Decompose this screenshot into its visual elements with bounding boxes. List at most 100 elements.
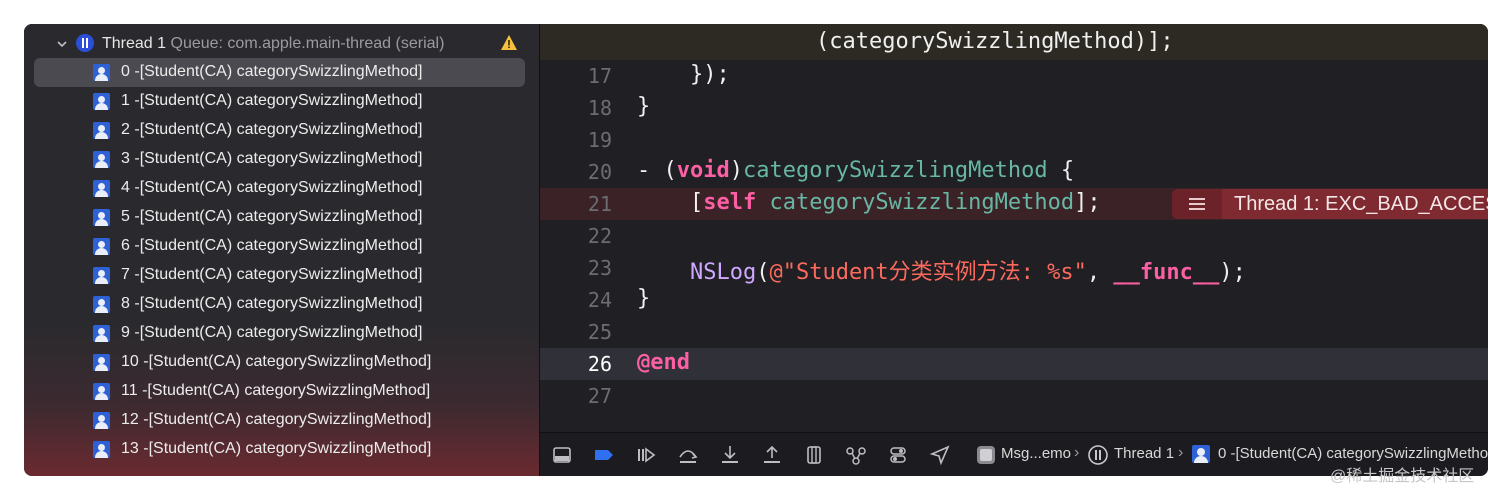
line-number: 26 bbox=[587, 352, 612, 376]
code-text: ( bbox=[756, 260, 770, 285]
wrapped-line-fragment: (categorySwizzlingMethod)]; bbox=[540, 24, 1488, 60]
step-into-icon[interactable] bbox=[718, 443, 742, 467]
chevron-right-icon: › bbox=[1178, 444, 1184, 461]
hide-debug-area-icon[interactable] bbox=[550, 443, 574, 467]
frame-index: 1 bbox=[121, 92, 130, 109]
chevron-down-icon[interactable] bbox=[56, 38, 68, 50]
warning-icon[interactable] bbox=[500, 34, 518, 52]
stack-frame-row[interactable]: 6 -[Student(CA) categorySwizzlingMethod] bbox=[34, 232, 525, 261]
continue-icon[interactable] bbox=[634, 443, 658, 467]
method-name-token: categorySwizzlingMethod bbox=[769, 190, 1075, 215]
simulate-location-icon[interactable] bbox=[928, 443, 952, 467]
user-code-icon bbox=[93, 238, 110, 255]
environment-overrides-icon[interactable] bbox=[886, 443, 910, 467]
user-code-icon bbox=[93, 180, 110, 197]
list-icon[interactable] bbox=[1172, 189, 1222, 219]
frame-index: 12 bbox=[121, 411, 139, 428]
frame-label: -[Student(CA) categorySwizzlingMethod] bbox=[142, 382, 431, 399]
code-text: }); bbox=[637, 62, 730, 87]
breakpoints-toggle-icon[interactable] bbox=[592, 443, 616, 467]
code-line[interactable]: 22 bbox=[540, 220, 1488, 252]
code-text: - ( bbox=[637, 158, 677, 183]
frame-label: -[Student(CA) categorySwizzlingMethod] bbox=[134, 208, 423, 225]
stack-frame-row[interactable]: 0 -[Student(CA) categorySwizzlingMethod] bbox=[34, 58, 525, 87]
stack-frame-row[interactable]: 12 -[Student(CA) categorySwizzlingMethod… bbox=[34, 406, 525, 435]
line-number: 18 bbox=[587, 96, 612, 120]
step-over-icon[interactable] bbox=[676, 443, 700, 467]
error-code-line[interactable]: 21 [self categorySwizzlingMethod]; Threa… bbox=[540, 188, 1488, 220]
line-number: 27 bbox=[587, 384, 612, 408]
stack-frame-row[interactable]: 5 -[Student(CA) categorySwizzlingMethod] bbox=[34, 203, 525, 232]
frame-label: -[Student(CA) categorySwizzlingMethod] bbox=[134, 150, 423, 167]
stack-frame-row[interactable]: 11 -[Student(CA) categorySwizzlingMethod… bbox=[34, 377, 525, 406]
code-line[interactable]: 17 }); bbox=[540, 60, 1488, 92]
user-code-icon bbox=[93, 267, 110, 284]
view-hierarchy-icon[interactable] bbox=[802, 443, 826, 467]
user-code-icon bbox=[1192, 445, 1210, 463]
stack-frame-row[interactable]: 9 -[Student(CA) categorySwizzlingMethod] bbox=[34, 319, 525, 348]
memory-graph-icon[interactable] bbox=[844, 443, 868, 467]
error-annotation[interactable]: Thread 1: EXC_BAD_ACCESS bbox=[1172, 189, 1488, 219]
debug-navigator: Thread 1 Queue: com.apple.main-thread (s… bbox=[24, 24, 539, 476]
stack-frame-row[interactable]: 2 -[Student(CA) categorySwizzlingMethod] bbox=[34, 116, 525, 145]
user-code-icon bbox=[93, 383, 110, 400]
user-code-icon bbox=[93, 122, 110, 139]
stack-frame-row[interactable]: 4 -[Student(CA) categorySwizzlingMethod] bbox=[34, 174, 525, 203]
user-code-icon bbox=[93, 151, 110, 168]
frame-index: 0 bbox=[121, 63, 130, 80]
frame-label: -[Student(CA) categorySwizzlingMethod] bbox=[134, 266, 423, 283]
user-code-icon bbox=[93, 354, 110, 371]
frame-label: -[Student(CA) categorySwizzlingMethod] bbox=[134, 92, 423, 109]
stack-frame-row[interactable]: 10 -[Student(CA) categorySwizzlingMethod… bbox=[34, 348, 525, 377]
stack-frame-row[interactable]: 1 -[Student(CA) categorySwizzlingMethod] bbox=[34, 87, 525, 116]
thread-row[interactable]: Thread 1 Queue: com.apple.main-thread (s… bbox=[24, 30, 539, 58]
code-line[interactable]: 18} bbox=[540, 92, 1488, 124]
line-number: 25 bbox=[587, 320, 612, 344]
code-line[interactable]: 27 bbox=[540, 380, 1488, 412]
keyword-token: self bbox=[703, 190, 757, 215]
frame-index: 7 bbox=[121, 266, 130, 283]
code-line[interactable]: 20 - (void)categorySwizzlingMethod { bbox=[540, 156, 1488, 188]
thread-name: Thread 1 bbox=[102, 35, 167, 52]
line-number: 19 bbox=[587, 128, 612, 152]
frame-label: -[Student(CA) categorySwizzlingMethod] bbox=[134, 324, 423, 341]
code-text: { bbox=[1047, 158, 1075, 183]
frame-index: 3 bbox=[121, 150, 130, 167]
code-text: ); bbox=[1219, 260, 1246, 285]
frame-index: 6 bbox=[121, 237, 130, 254]
breadcrumb-thread[interactable]: Thread 1 bbox=[1114, 445, 1174, 462]
code-line[interactable]: 19 bbox=[540, 124, 1488, 156]
stack-frame-row[interactable]: 8 -[Student(CA) categorySwizzlingMethod] bbox=[34, 290, 525, 319]
app-target-icon[interactable] bbox=[974, 443, 998, 467]
user-code-icon bbox=[93, 64, 110, 81]
frame-index: 11 bbox=[121, 382, 138, 399]
user-code-icon bbox=[93, 441, 110, 458]
thread-icon bbox=[76, 34, 94, 52]
user-code-icon bbox=[93, 325, 110, 342]
code-line[interactable]: 24} bbox=[540, 284, 1488, 316]
breadcrumb-target[interactable]: Msg...emo bbox=[1001, 445, 1071, 462]
user-code-icon bbox=[93, 209, 110, 226]
stack-frame-row[interactable]: 7 -[Student(CA) categorySwizzlingMethod] bbox=[34, 261, 525, 290]
line-number: 24 bbox=[587, 288, 612, 312]
code-line[interactable]: 25 bbox=[540, 316, 1488, 348]
source-editor[interactable]: (categorySwizzlingMethod)]; 17 }); 18} 1… bbox=[539, 24, 1488, 476]
frame-label: -[Student(CA) categorySwizzlingMethod] bbox=[134, 121, 423, 138]
thread-title: Thread 1 Queue: com.apple.main-thread (s… bbox=[102, 35, 444, 53]
stack-frame-row[interactable]: 3 -[Student(CA) categorySwizzlingMethod] bbox=[34, 145, 525, 174]
frame-label: -[Student(CA) categorySwizzlingMethod] bbox=[143, 353, 432, 370]
step-out-icon[interactable] bbox=[760, 443, 784, 467]
frame-index: 8 bbox=[121, 295, 130, 312]
function-token: NSLog bbox=[689, 260, 757, 285]
current-code-line[interactable]: 26 @end bbox=[540, 348, 1488, 380]
line-number: 23 bbox=[587, 256, 612, 280]
line-number: 17 bbox=[587, 64, 612, 88]
breadcrumb-frame[interactable]: 0 -[Student(CA) categorySwizzlingMethod] bbox=[1218, 445, 1488, 462]
code-line[interactable]: 23 NSLog(@"Student分类实例方法: %s", __func__)… bbox=[540, 252, 1488, 285]
frame-label: -[Student(CA) categorySwizzlingMethod] bbox=[134, 237, 423, 254]
macro-token: __func__ bbox=[1113, 260, 1220, 285]
stack-frame-row[interactable]: 13 -[Student(CA) categorySwizzlingMethod… bbox=[34, 435, 525, 464]
frame-index: 10 bbox=[121, 353, 139, 370]
frame-index: 13 bbox=[121, 440, 139, 457]
